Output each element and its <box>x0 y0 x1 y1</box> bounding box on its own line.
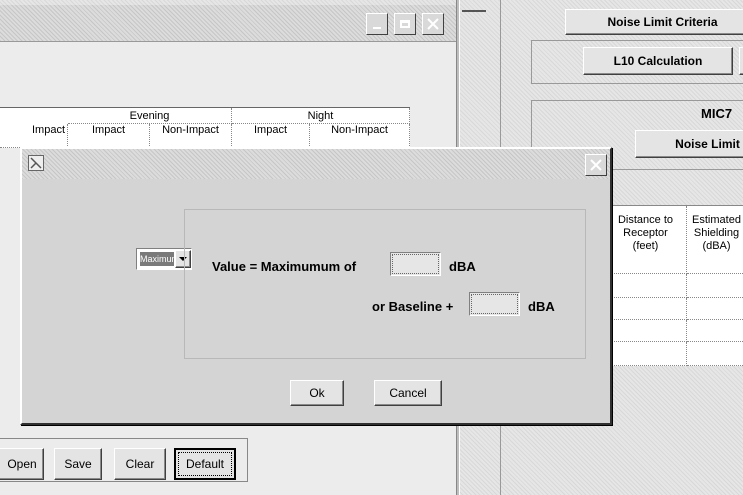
divider-marker <box>462 10 486 12</box>
unit-label-1: dBA <box>449 259 476 274</box>
ok-button-label: Ok <box>309 386 325 400</box>
table-col-night-impact: Impact <box>232 124 310 148</box>
open-button-label: Open <box>7 457 37 471</box>
noise-limit-label: Noise Limit <box>675 137 740 151</box>
table-row <box>687 274 743 298</box>
close-icon <box>590 159 602 171</box>
table-col-impact: Impact <box>0 124 68 148</box>
dialog-close-button[interactable] <box>585 154 607 176</box>
close-button[interactable] <box>422 13 444 35</box>
table-row <box>687 342 743 366</box>
noise-limit-criteria-button[interactable]: Noise Limit Criteria <box>565 9 743 35</box>
impact-table: Evening Night Impact Impact Non-Impact I… <box>0 107 410 148</box>
clear-button[interactable]: Clear <box>114 448 166 480</box>
cancel-button-label: Cancel <box>389 386 427 400</box>
save-button[interactable]: Save <box>54 448 102 480</box>
receptor-table: Distance to Receptor (feet) Estimated Sh… <box>601 205 743 366</box>
unit-label-2: dBA <box>528 299 555 314</box>
criteria-dialog: Maximum Value = Maximumum of dBA or Base… <box>20 147 612 425</box>
open-button[interactable]: Open <box>0 448 44 480</box>
minimize-icon <box>373 27 381 29</box>
noise-limit-criteria-label: Noise Limit Criteria <box>607 15 718 29</box>
table-col-evening-nonimpact: Non-Impact <box>150 124 232 148</box>
dialog-title-bar <box>22 149 610 179</box>
table-row <box>687 298 743 320</box>
default-button-label: Default <box>185 457 225 471</box>
table-row <box>601 320 687 342</box>
table-group-evening: Evening <box>68 108 232 124</box>
shielding-header: Estimated Shielding (dBA) <box>687 206 743 274</box>
table-row <box>601 342 687 366</box>
value-group <box>184 209 586 359</box>
l10-side-button[interactable] <box>739 47 743 75</box>
clear-button-label: Clear <box>125 457 155 471</box>
table-group-night: Night <box>232 108 410 124</box>
mode-select-value: Maximum <box>140 252 174 266</box>
table-col-evening-impact: Impact <box>68 124 150 148</box>
value-label: Value = Maximumum of <box>212 259 357 274</box>
table-row <box>601 298 687 320</box>
cancel-button[interactable]: Cancel <box>374 380 442 406</box>
ok-button[interactable]: Ok <box>290 380 344 406</box>
table-row <box>601 274 687 298</box>
maximize-icon <box>400 20 410 28</box>
site-label: MIC7 <box>701 106 733 121</box>
noise-limit-button[interactable]: Noise Limit <box>635 130 743 158</box>
baseline-label: or Baseline + <box>372 299 454 314</box>
save-button-label: Save <box>64 457 92 471</box>
l10-calculation-button[interactable]: L10 Calculation <box>583 47 733 75</box>
maximize-button[interactable] <box>394 13 416 35</box>
l10-calculation-label: L10 Calculation <box>613 54 703 68</box>
baseline-input[interactable] <box>469 292 520 316</box>
app-icon <box>28 155 44 171</box>
default-button[interactable]: Default <box>174 448 236 480</box>
distance-header: Distance to Receptor (feet) <box>601 206 687 274</box>
background-title-bar <box>0 5 456 41</box>
value-input[interactable] <box>390 252 441 276</box>
table-row <box>687 320 743 342</box>
table-col-night-nonimpact: Non-Impact <box>310 124 410 148</box>
close-icon <box>427 18 439 30</box>
minimize-button[interactable] <box>366 13 388 35</box>
